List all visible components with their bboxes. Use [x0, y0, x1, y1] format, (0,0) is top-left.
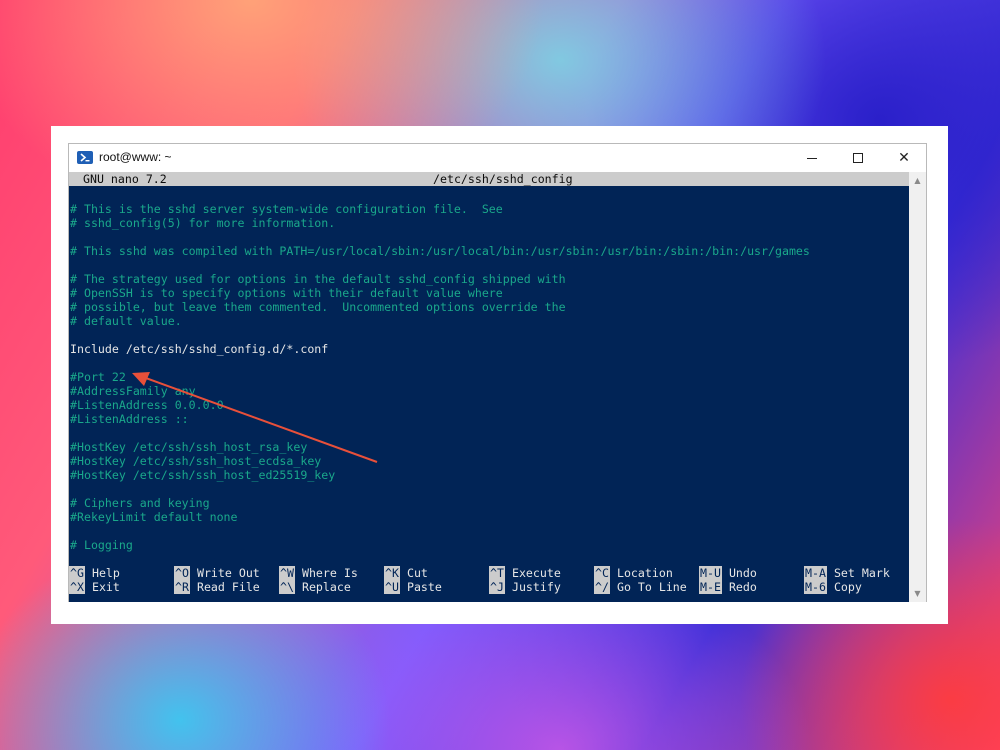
shortcut-redo: M-E Redo: [699, 580, 757, 594]
shortcut-execute: ^T Execute: [489, 566, 561, 580]
nano-version: GNU nano 7.2: [83, 172, 167, 186]
scrollbar[interactable]: ▲ ▼: [909, 172, 926, 602]
file-line: # possible, but leave them commented. Un…: [70, 300, 566, 314]
shortcut-label: Undo: [728, 566, 757, 580]
shortcut-key: M-U: [699, 566, 722, 580]
shortcut-key: ^K: [384, 566, 400, 580]
file-line: #RekeyLimit default none: [70, 510, 238, 524]
file-line: #Port 22: [70, 370, 126, 384]
shortcut-key: ^/: [594, 580, 610, 594]
shortcut-set-mark: M-A Set Mark: [804, 566, 890, 580]
file-line: # default value.: [70, 314, 182, 328]
shortcut-label: Write Out: [196, 566, 260, 580]
scroll-down-arrow-icon[interactable]: ▼: [909, 585, 926, 602]
file-line: [70, 230, 810, 244]
minimize-button[interactable]: [789, 144, 835, 172]
file-line: Include /etc/ssh/sshd_config.d/*.conf: [70, 342, 329, 356]
shortcut-key: ^G: [69, 566, 85, 580]
nano-filename: /etc/ssh/sshd_config: [433, 172, 573, 186]
file-line: # sshd_config(5) for more information.: [70, 216, 336, 230]
shortcut-exit: ^X Exit: [69, 580, 120, 594]
shortcut-label: Where Is: [301, 566, 358, 580]
maximize-icon: [853, 153, 863, 163]
shortcut-label: Location: [616, 566, 673, 580]
shortcut-label: Redo: [728, 580, 757, 594]
shortcut-key: M-A: [804, 566, 827, 580]
shortcut-key: ^W: [279, 566, 295, 580]
file-line: [70, 258, 810, 272]
shortcut-location: ^C Location: [594, 566, 673, 580]
window-title: root@www: ~: [99, 150, 172, 164]
file-line: # This is the sshd server system-wide co…: [70, 202, 503, 216]
file-line: # The strategy used for options in the d…: [70, 272, 566, 286]
shortcut-label: Help: [91, 566, 120, 580]
shortcut-paste: ^U Paste: [384, 580, 442, 594]
file-content[interactable]: # This is the sshd server system-wide co…: [70, 202, 810, 552]
shortcut-key: ^\: [279, 580, 295, 594]
shortcut-bar: ^G Help ^X Exit ^O Write Out ^R Read File ^W Wher…: [69, 566, 909, 594]
shortcut-label: Set Mark: [833, 566, 890, 580]
maximize-button[interactable]: [835, 144, 881, 172]
title-bar[interactable]: root@www: ~ ✕: [69, 144, 926, 172]
shortcut-key: ^X: [69, 580, 85, 594]
file-line: [70, 426, 810, 440]
file-line: #HostKey /etc/ssh/ssh_host_ecdsa_key: [70, 454, 322, 468]
file-line: # This sshd was compiled with PATH=/usr/…: [70, 244, 810, 258]
shortcut-key: ^C: [594, 566, 610, 580]
file-line: [70, 524, 810, 538]
shortcut-write-out: ^O Write Out: [174, 566, 260, 580]
shortcut-key: ^J: [489, 580, 505, 594]
nano-header-bar: GNU nano 7.2 /etc/ssh/sshd_config: [69, 172, 909, 186]
shortcut-label: Read File: [196, 580, 260, 594]
powershell-icon: [77, 151, 93, 164]
shortcut-replace: ^\ Replace: [279, 580, 351, 594]
file-line: # OpenSSH is to specify options with the…: [70, 286, 503, 300]
shortcut-where-is: ^W Where Is: [279, 566, 358, 580]
shortcut-label: Execute: [511, 566, 561, 580]
shortcut-key: ^T: [489, 566, 505, 580]
shortcut-cut: ^K Cut: [384, 566, 428, 580]
shortcut-undo: M-U Undo: [699, 566, 757, 580]
scroll-up-arrow-icon[interactable]: ▲: [909, 172, 926, 189]
shortcut-key: ^R: [174, 580, 190, 594]
shortcut-go-to-line: ^/ Go To Line: [594, 580, 687, 594]
close-button[interactable]: ✕: [881, 144, 927, 172]
file-line: [70, 482, 810, 496]
file-line: [70, 356, 810, 370]
shortcut-justify: ^J Justify: [489, 580, 561, 594]
file-line: #ListenAddress 0.0.0.0: [70, 398, 224, 412]
file-line: #AddressFamily any: [70, 384, 196, 398]
shortcut-key: ^U: [384, 580, 400, 594]
shortcut-help: ^G Help: [69, 566, 120, 580]
nano-editor[interactable]: GNU nano 7.2 /etc/ssh/sshd_config # This…: [69, 172, 909, 602]
shortcut-copy: M-6 Copy: [804, 580, 862, 594]
terminal-window: root@www: ~ ✕ GNU nano 7.2 /etc/ssh/sshd…: [68, 143, 927, 602]
shortcut-label: Cut: [406, 566, 428, 580]
shortcut-label: Replace: [301, 580, 351, 594]
shortcut-key: M-6: [804, 580, 827, 594]
close-icon: ✕: [898, 150, 910, 166]
file-line: [70, 328, 810, 342]
shortcut-label: Exit: [91, 580, 120, 594]
shortcut-label: Go To Line: [616, 580, 687, 594]
file-line: # Logging: [70, 538, 133, 552]
shortcut-key: M-E: [699, 580, 722, 594]
file-line: #HostKey /etc/ssh/ssh_host_rsa_key: [70, 440, 308, 454]
shortcut-key: ^O: [174, 566, 190, 580]
file-line: #ListenAddress ::: [70, 412, 189, 426]
minimize-icon: [807, 157, 817, 159]
shortcut-label: Paste: [406, 580, 442, 594]
file-line: #HostKey /etc/ssh/ssh_host_ed25519_key: [70, 468, 336, 482]
file-line: # Ciphers and keying: [70, 496, 210, 510]
shortcut-label: Copy: [833, 580, 862, 594]
shortcut-label: Justify: [511, 580, 561, 594]
shortcut-read-file: ^R Read File: [174, 580, 260, 594]
